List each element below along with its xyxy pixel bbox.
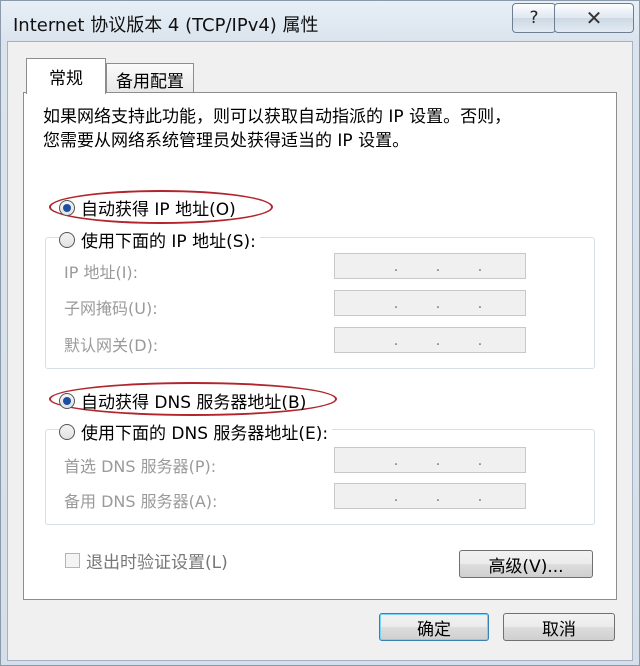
validate-checkbox-label: 退出时验证设置(L): [86, 553, 228, 573]
radio-selected-dot-icon: [63, 203, 71, 212]
cancel-button[interactable]: 取消: [503, 613, 615, 641]
alternate-dns-input[interactable]: ...: [334, 483, 526, 509]
preferred-dns-label: 首选 DNS 服务器(P):: [64, 457, 217, 476]
advanced-button[interactable]: 高级(V)...: [459, 550, 593, 578]
help-button[interactable]: ?: [512, 3, 556, 33]
tab-general[interactable]: 常规: [26, 58, 106, 94]
radio-auto-ip-button[interactable]: [59, 199, 75, 216]
properties-dialog: Internet 协议版本 4 (TCP/IPv4) 属性 ? ✕ 常规 备用配…: [0, 0, 640, 666]
default-gateway-input[interactable]: ...: [334, 327, 526, 353]
radio-auto-dns[interactable]: 自动获得 DNS 服务器地址(B): [59, 388, 306, 413]
radio-auto-dns-button[interactable]: [59, 392, 75, 409]
radio-selected-dot-icon: [63, 396, 71, 405]
radio-manual-ip[interactable]: 使用下面的 IP 地址(S):: [59, 227, 260, 252]
ip-address-label: IP 地址(I):: [64, 263, 139, 282]
alternate-dns-label: 备用 DNS 服务器(A):: [64, 492, 218, 511]
subnet-mask-label: 子网掩码(U):: [64, 299, 158, 318]
preferred-dns-input[interactable]: ...: [334, 447, 526, 473]
radio-manual-dns-label: 使用下面的 DNS 服务器地址(E):: [81, 424, 329, 444]
ok-button[interactable]: 确定: [379, 613, 489, 641]
radio-auto-ip-label: 自动获得 IP 地址(O): [81, 200, 236, 220]
window-title: Internet 协议版本 4 (TCP/IPv4) 属性: [13, 15, 319, 36]
radio-manual-dns[interactable]: 使用下面的 DNS 服务器地址(E):: [59, 419, 333, 444]
radio-manual-ip-label: 使用下面的 IP 地址(S):: [81, 232, 256, 252]
close-button[interactable]: ✕: [554, 3, 634, 33]
description-line-1: 如果网络支持此功能，则可以获取自动指派的 IP 设置。否则，: [43, 107, 512, 127]
close-icon: ✕: [585, 6, 603, 30]
help-icon: ?: [529, 8, 539, 28]
subnet-mask-input[interactable]: ...: [334, 290, 526, 316]
title-bar[interactable]: Internet 协议版本 4 (TCP/IPv4) 属性 ? ✕: [1, 1, 639, 41]
default-gateway-label: 默认网关(D):: [64, 336, 159, 355]
validate-on-exit-checkbox[interactable]: 退出时验证设置(L): [65, 548, 228, 573]
ip-address-input[interactable]: ...: [334, 253, 526, 279]
radio-manual-dns-button[interactable]: [59, 423, 75, 440]
tab-alternate-config[interactable]: 备用配置: [106, 63, 194, 94]
validate-checkbox-box[interactable]: [65, 553, 80, 568]
radio-auto-dns-label: 自动获得 DNS 服务器地址(B): [81, 393, 307, 413]
radio-manual-ip-button[interactable]: [59, 231, 75, 248]
radio-auto-ip[interactable]: 自动获得 IP 地址(O): [59, 195, 236, 220]
description-text: 如果网络支持此功能，则可以获取自动指派的 IP 设置。否则， 您需要从网络系统管…: [43, 105, 603, 153]
description-line-2: 您需要从网络系统管理员处获得适当的 IP 设置。: [43, 131, 410, 151]
